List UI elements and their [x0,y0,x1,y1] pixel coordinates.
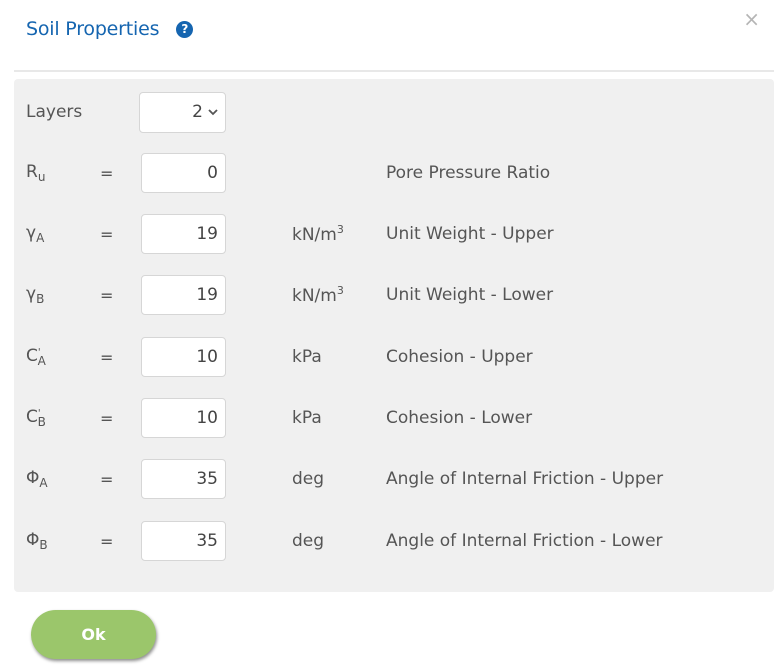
symbol-main: C [26,346,38,366]
symbol-subscript: A [37,354,46,368]
layers-label: Layers [26,102,83,122]
chevron-down-icon [208,109,218,116]
unit-weight-upper-input[interactable] [141,214,226,254]
description-label: Cohesion - Upper [386,347,533,367]
cohesion-upper-input[interactable] [141,337,226,377]
header-divider [14,70,774,72]
symbol-label: Ru [26,162,45,184]
unit-label: kN/m3 [292,223,344,245]
unit-label: deg [292,531,324,551]
properties-panel: Layers 2 Ru=Pore Pressure RatioγA=kN/m3U… [14,79,774,592]
row-friction-angle-upper: ΦA = deg Angle of Internal Friction - Upper [14,458,774,500]
unit-label: kPa [292,347,322,367]
layers-select-value: 2 [192,102,203,122]
symbol-main: Φ [26,468,40,488]
pore-pressure-ratio-input[interactable] [141,153,226,193]
close-icon[interactable]: × [743,9,760,29]
unit-label: kN/m3 [292,284,344,306]
soil-properties-dialog: Soil Properties ? × Layers 2 Ru = Pore Pre… [0,0,779,669]
symbol-subscript: A [36,231,45,245]
symbol-main: C [26,407,38,427]
description-label: Unit Weight - Lower [386,285,554,305]
unit-text: deg [292,531,325,551]
description-label: Angle of Internal Friction - Lower [386,531,663,551]
symbol-main: γ [26,284,37,304]
equals-sign: = [100,531,114,551]
equals-sign: = [100,408,114,428]
unit-text: kPa [292,347,322,367]
row-friction-angle-lower: ΦB = deg Angle of Internal Friction - Lower [14,520,774,562]
symbol-main: R [26,162,38,182]
symbol-main: Φ [26,530,40,550]
row-pore-pressure-ratio: Ru = Pore Pressure Ratio [14,152,774,194]
unit-exponent: 3 [336,284,344,297]
unit-label: deg [292,469,324,489]
friction-angle-upper-input[interactable] [141,459,226,499]
symbol-label: C'B [26,407,46,429]
description-label: Pore Pressure Ratio [386,163,551,183]
description-label: Cohesion - Lower [386,408,533,428]
dialog-header: Soil Properties ? [26,18,194,40]
description-label: Angle of Internal Friction - Upper [386,469,664,489]
row-cohesion-lower: C'B = kPa Cohesion - Lower [14,397,774,439]
friction-angle-lower-input[interactable] [141,521,226,561]
symbol-subscript: u [37,170,46,184]
layers-select[interactable]: 2 [139,91,226,133]
dialog-title: Soil Properties [26,18,160,40]
cohesion-lower-input[interactable] [141,398,226,438]
unit-label: kPa [292,408,322,428]
symbol-subscript: B [36,292,45,306]
equals-sign: = [100,163,114,183]
symbol-label: ΦA [26,468,48,490]
symbol-subscript: A [39,476,48,490]
unit-text: kN/m [292,225,337,245]
help-icon[interactable]: ? [176,20,194,38]
row-cohesion-upper: C'A = kPa Cohesion - Upper [14,336,774,378]
row-unit-weight-upper: γA = kN/m3 Unit Weight - Upper [14,213,774,255]
symbol-label: γA [26,223,44,245]
row-unit-weight-lower: γB = kN/m3 Unit Weight - Lower [14,274,774,316]
symbol-label: C'A [26,346,46,368]
unit-exponent: 3 [336,223,344,236]
unit-text: kPa [292,408,322,428]
symbol-label: ΦB [26,530,48,552]
ok-button[interactable]: Ok [31,610,156,659]
equals-sign: = [100,224,114,244]
symbol-subscript: B [37,415,46,429]
equals-sign: = [100,285,114,305]
unit-text: deg [292,469,325,489]
layers-row: Layers 2 [14,91,774,133]
symbol-main: γ [26,223,37,243]
unit-weight-lower-input[interactable] [141,275,226,315]
unit-text: kN/m [292,286,337,306]
description-label: Unit Weight - Upper [386,224,554,244]
equals-sign: = [100,347,114,367]
symbol-label: γB [26,284,44,306]
symbol-subscript: B [39,538,48,552]
equals-sign: = [100,469,114,489]
